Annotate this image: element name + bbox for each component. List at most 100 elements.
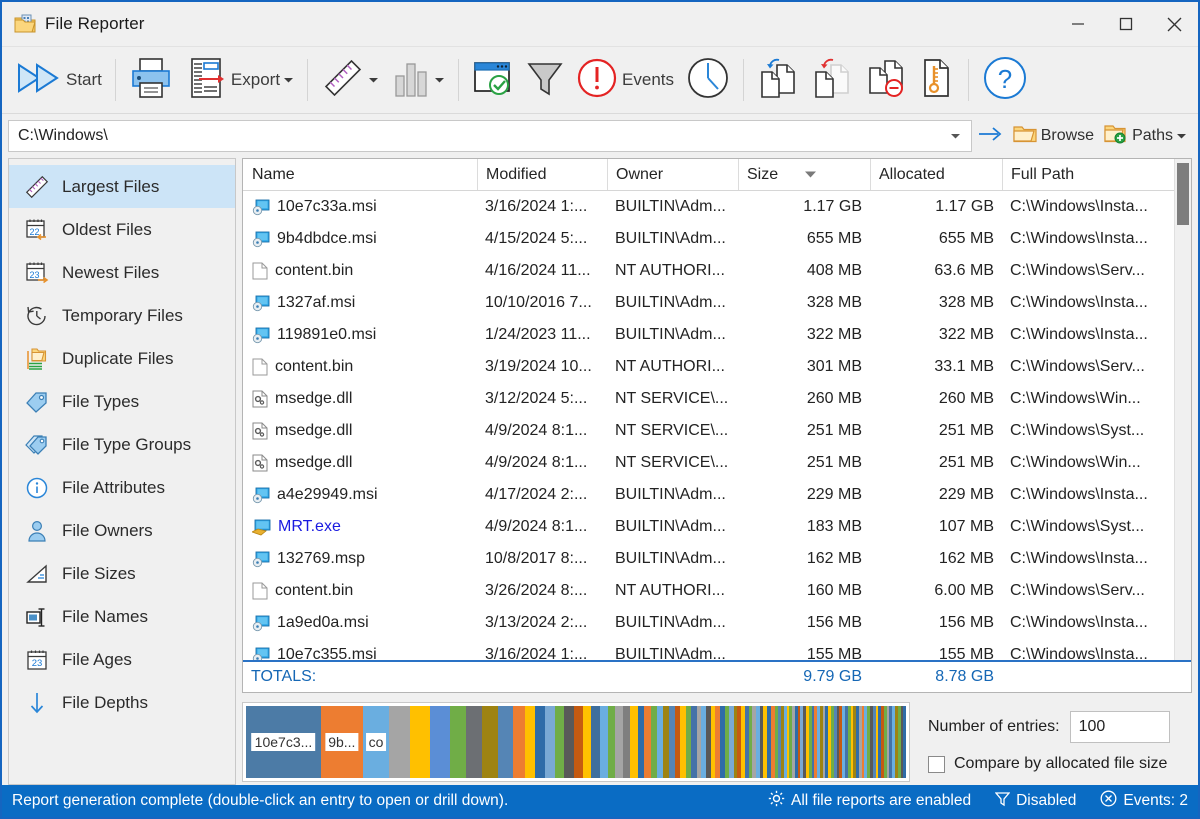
chart-button[interactable] — [385, 51, 451, 109]
copy-files-in-button[interactable] — [751, 51, 805, 109]
chart-bar[interactable]: 9b... — [321, 706, 363, 778]
table-row[interactable]: 9b4dbdce.msi4/15/2024 5:...BUILTIN\Adm..… — [243, 223, 1174, 255]
sidebar-item-file-owners[interactable]: File Owners — [9, 509, 235, 552]
close-button[interactable] — [1150, 2, 1198, 47]
table-row[interactable]: msedge.dll4/9/2024 8:1...NT SERVICE\...2… — [243, 415, 1174, 447]
sidebar-item-file-types[interactable]: File Types — [9, 380, 235, 423]
minimize-button[interactable] — [1054, 2, 1102, 47]
table-row[interactable]: 132769.msp10/8/2017 8:...BUILTIN\Adm...1… — [243, 543, 1174, 575]
column-header-allocated[interactable]: Allocated — [870, 159, 1002, 190]
sidebar-item-file-attributes[interactable]: File Attributes — [9, 466, 235, 509]
table-row[interactable]: 1a9ed0a.msi3/13/2024 2:...BUILTIN\Adm...… — [243, 607, 1174, 639]
scrollbar-thumb[interactable] — [1177, 163, 1189, 225]
filter-button[interactable] — [520, 51, 570, 109]
temp-file-button[interactable] — [913, 51, 961, 109]
cell-name[interactable]: content.bin — [243, 582, 477, 600]
cell-name[interactable]: msedge.dll — [243, 390, 477, 408]
chart-bar[interactable] — [545, 706, 555, 778]
table-row[interactable]: 119891e0.msi1/24/2023 11...BUILTIN\Adm..… — [243, 319, 1174, 351]
table-row[interactable]: msedge.dll4/9/2024 8:1...NT SERVICE\...2… — [243, 447, 1174, 479]
cell-name[interactable]: MRT.exe — [243, 518, 477, 536]
chart-bar[interactable] — [903, 706, 906, 778]
sidebar-item-newest-files[interactable]: 23Newest Files — [9, 251, 235, 294]
table-row[interactable]: content.bin4/16/2024 11...NT AUTHORI...4… — [243, 255, 1174, 287]
chart-bar[interactable] — [623, 706, 630, 778]
chart-bar[interactable] — [591, 706, 599, 778]
maximize-button[interactable] — [1102, 2, 1150, 47]
cell-name[interactable]: msedge.dll — [243, 422, 477, 440]
cell-name[interactable]: 1a9ed0a.msi — [243, 614, 477, 632]
sidebar-item-file-type-groups[interactable]: File Type Groups — [9, 423, 235, 466]
table-row[interactable]: content.bin3/19/2024 10...NT AUTHORI...3… — [243, 351, 1174, 383]
chart-bar[interactable] — [389, 706, 410, 778]
chart-bar[interactable] — [583, 706, 591, 778]
chart-bar[interactable] — [430, 706, 449, 778]
table-row[interactable]: 1327af.msi10/10/2016 7...BUILTIN\Adm...3… — [243, 287, 1174, 319]
sidebar-item-temporary-files[interactable]: Temporary Files — [9, 294, 235, 337]
chart-bar[interactable] — [410, 706, 430, 778]
cell-name[interactable]: 1327af.msi — [243, 294, 477, 312]
cell-name[interactable]: 10e7c33a.msi — [243, 198, 477, 216]
table-row[interactable]: MRT.exe4/9/2024 8:1...BUILTIN\Adm...183 … — [243, 511, 1174, 543]
chart-bar[interactable] — [608, 706, 615, 778]
paths-button[interactable]: Paths — [1099, 119, 1192, 153]
chart-bar[interactable] — [525, 706, 535, 778]
cell-name[interactable]: content.bin — [243, 358, 477, 376]
cell-name[interactable]: 10e7c355.msi — [243, 646, 477, 660]
chart-bar[interactable]: 10e7c3... — [246, 706, 321, 778]
chart-bar[interactable] — [498, 706, 513, 778]
sidebar-item-file-ages[interactable]: 23File Ages — [9, 638, 235, 681]
chevron-down-icon[interactable] — [283, 71, 294, 89]
path-input[interactable]: C:\Windows\ — [9, 127, 941, 145]
chart-bar[interactable]: co — [363, 706, 389, 778]
compare-allocated-checkbox[interactable] — [928, 756, 945, 773]
chart-bar[interactable] — [482, 706, 498, 778]
start-button[interactable]: Start — [10, 51, 108, 109]
browse-button[interactable]: Browse — [1008, 119, 1099, 153]
size-bar-chart[interactable]: 10e7c3...9b...co — [242, 702, 910, 782]
clock-button[interactable] — [680, 51, 736, 109]
export-button[interactable]: Export — [179, 51, 300, 109]
column-header-owner[interactable]: Owner — [607, 159, 738, 190]
chart-bar[interactable] — [574, 706, 583, 778]
sidebar-item-file-names[interactable]: File Names — [9, 595, 235, 638]
sidebar-item-oldest-files[interactable]: 22Oldest Files — [9, 208, 235, 251]
window-check-button[interactable] — [466, 51, 520, 109]
table-row[interactable]: 10e7c33a.msi3/16/2024 1:...BUILTIN\Adm..… — [243, 191, 1174, 223]
path-combobox[interactable]: C:\Windows\ — [8, 120, 972, 152]
grid-vertical-scrollbar[interactable] — [1174, 159, 1191, 660]
cell-name[interactable]: 132769.msp — [243, 550, 477, 568]
cell-name[interactable]: 119891e0.msi — [243, 326, 477, 344]
table-row[interactable]: a4e29949.msi4/17/2024 2:...BUILTIN\Adm..… — [243, 479, 1174, 511]
column-header-name[interactable]: Name — [243, 159, 477, 190]
table-row[interactable]: content.bin3/26/2024 8:...NT AUTHORI...1… — [243, 575, 1174, 607]
cell-name[interactable]: a4e29949.msi — [243, 486, 477, 504]
events-button[interactable]: Events — [570, 51, 680, 109]
column-header-modified[interactable]: Modified — [477, 159, 607, 190]
compare-row[interactable]: Compare by allocated file size — [928, 755, 1192, 773]
chart-bar[interactable] — [615, 706, 622, 778]
cell-name[interactable]: content.bin — [243, 262, 477, 280]
chevron-down-icon[interactable] — [434, 71, 445, 89]
column-header-size[interactable]: Size — [738, 159, 870, 190]
chart-bar[interactable] — [450, 706, 467, 778]
sidebar-item-largest-files[interactable]: Largest Files — [9, 165, 235, 208]
table-row[interactable]: 10e7c355.msi3/16/2024 1:...BUILTIN\Adm..… — [243, 639, 1174, 660]
remove-file-button[interactable] — [859, 51, 913, 109]
sidebar-item-file-depths[interactable]: File Depths — [9, 681, 235, 724]
status-reports-enabled[interactable]: All file reports are enabled — [768, 790, 971, 812]
go-button[interactable] — [972, 120, 1008, 152]
status-events[interactable]: Events: 2 — [1100, 790, 1188, 812]
column-header-fullpath[interactable]: Full Path — [1002, 159, 1168, 190]
chevron-down-icon[interactable] — [368, 71, 379, 89]
status-filter[interactable]: Disabled — [995, 791, 1076, 812]
number-of-entries-input[interactable]: 100 — [1070, 711, 1170, 743]
cell-name[interactable]: msedge.dll — [243, 454, 477, 472]
print-button[interactable] — [123, 51, 179, 109]
chart-bar[interactable] — [535, 706, 545, 778]
chart-bar[interactable] — [466, 706, 482, 778]
help-button[interactable]: ? — [976, 51, 1034, 109]
chevron-down-icon[interactable] — [941, 121, 971, 151]
copy-files-out-button[interactable] — [805, 51, 859, 109]
chart-bar[interactable] — [555, 706, 564, 778]
